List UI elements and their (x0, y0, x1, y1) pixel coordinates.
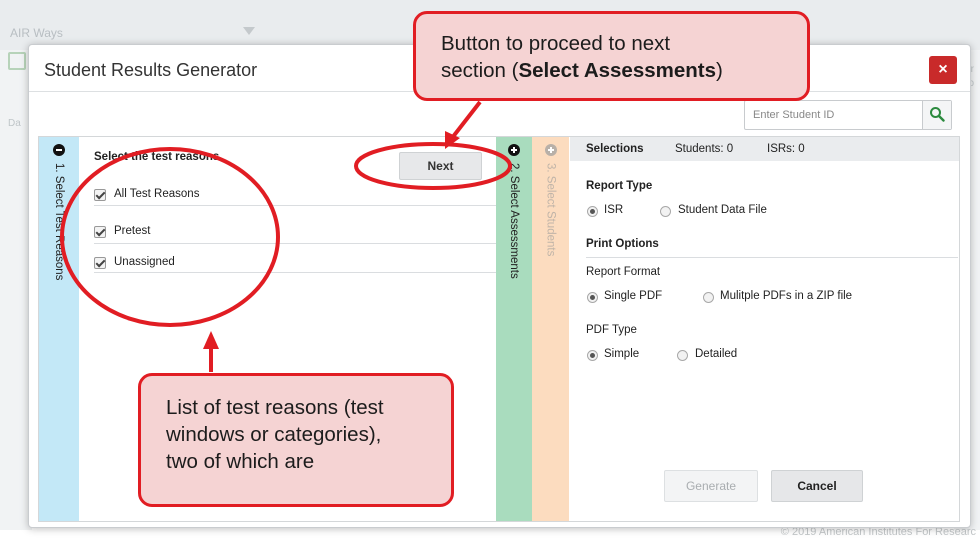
next-button-highlight-ellipse (354, 142, 512, 190)
callout-text-bold: Select Assessments (518, 59, 717, 82)
arrow-to-next-line (450, 100, 482, 140)
callout-test-reasons: List of test reasons (test windows or ca… (138, 373, 454, 507)
callout-text-line: Button to proceed to next (441, 32, 671, 55)
callout-text-line: section (Select Assessments) (441, 57, 807, 84)
callout-next-button: Button to proceed to next section (Selec… (413, 11, 810, 101)
callout-text-prefix: section ( (441, 59, 519, 82)
callout-text-suffix: ) (716, 59, 723, 82)
callout-text-line: windows or categories), (166, 423, 382, 446)
test-reasons-highlight-ellipse (60, 147, 280, 327)
callout-text-line: two of which are (166, 450, 315, 473)
arrow-to-list-head (203, 331, 219, 349)
callout-text-line: List of test reasons (test (166, 396, 384, 419)
